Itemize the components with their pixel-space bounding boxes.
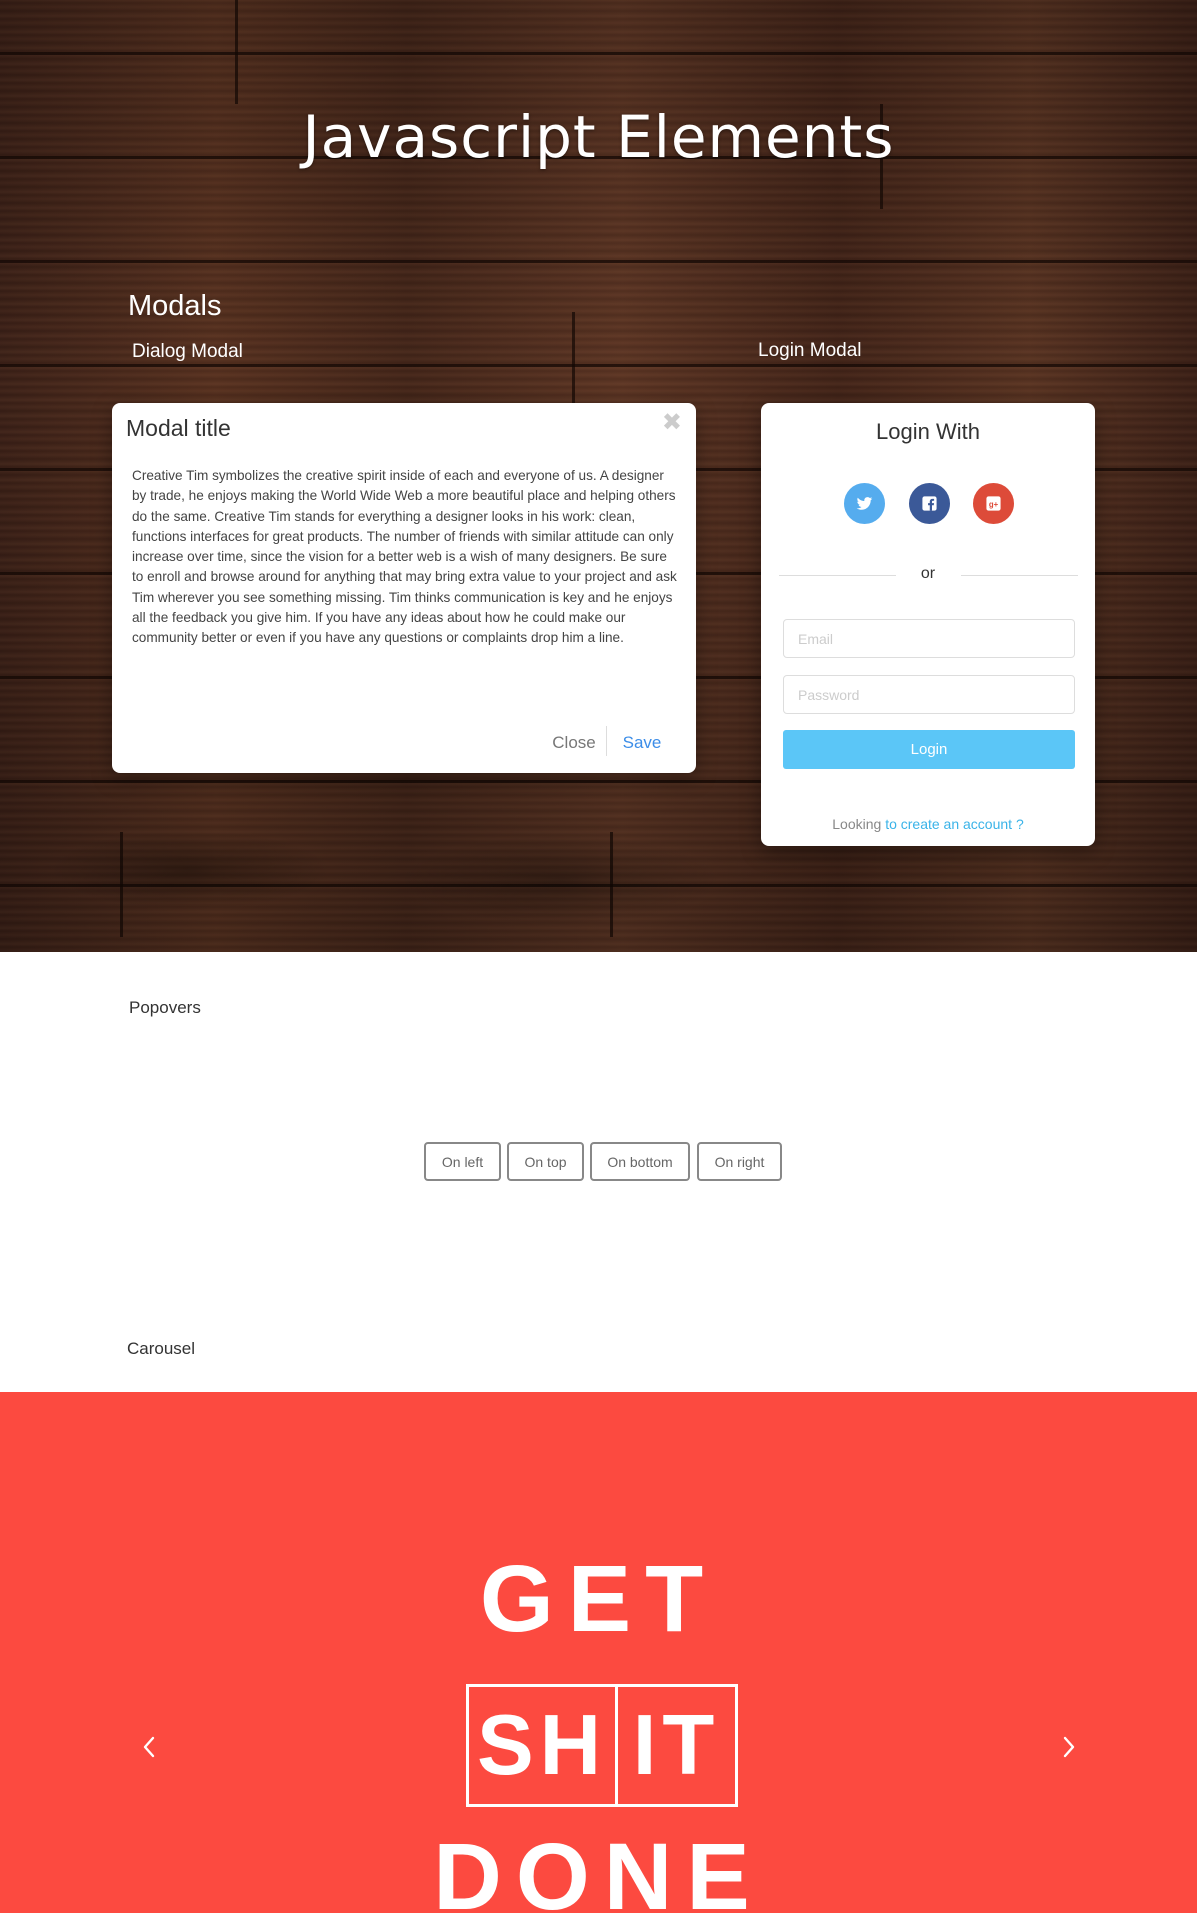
svg-text:g+: g+ bbox=[989, 500, 999, 509]
facebook-button[interactable] bbox=[909, 483, 950, 524]
modals-heading: Modals bbox=[128, 290, 222, 322]
chevron-right-icon bbox=[1063, 1736, 1075, 1758]
modal-close-button[interactable]: Close bbox=[549, 733, 599, 753]
login-modal-label: Login Modal bbox=[758, 340, 862, 361]
dialog-modal: Modal title ✖ Creative Tim symbolizes th… bbox=[112, 403, 696, 773]
google-plus-icon: g+ bbox=[986, 496, 1001, 511]
login-footer-text: Looking bbox=[832, 816, 882, 832]
popover-bottom-button[interactable]: On bottom bbox=[590, 1142, 690, 1181]
carousel-prev-button[interactable] bbox=[142, 1735, 156, 1764]
plank-seam bbox=[120, 832, 123, 937]
login-title: Login With bbox=[876, 419, 980, 444]
popover-left-button[interactable]: On left bbox=[424, 1142, 501, 1181]
page-title: Javascript Elements bbox=[302, 103, 895, 171]
login-modal: Login With g+ or Login Looking to create… bbox=[761, 403, 1095, 846]
or-separator: or bbox=[920, 565, 936, 582]
carousel: GET SH IT DONE bbox=[0, 1392, 1197, 1913]
modal-title: Modal title bbox=[126, 415, 231, 441]
slide-text-sh: SH bbox=[476, 1698, 608, 1793]
slide-text-done: DONE bbox=[433, 1824, 764, 1913]
plank-seam bbox=[572, 312, 575, 417]
footer-divider bbox=[606, 726, 607, 756]
email-field[interactable] bbox=[783, 619, 1075, 658]
twitter-icon bbox=[856, 497, 873, 510]
login-footer: Looking to create an account ? bbox=[761, 816, 1095, 832]
create-account-link[interactable]: to create an account ? bbox=[885, 816, 1024, 832]
close-icon[interactable]: ✖ bbox=[662, 411, 682, 435]
slide-text-box: SH IT bbox=[466, 1684, 738, 1807]
plank-seam bbox=[235, 0, 238, 104]
slide-text-it: IT bbox=[632, 1698, 721, 1793]
modal-save-button[interactable]: Save bbox=[614, 733, 670, 753]
dialog-modal-label: Dialog Modal bbox=[132, 341, 243, 362]
chevron-left-icon bbox=[143, 1736, 155, 1758]
popover-top-button[interactable]: On top bbox=[507, 1142, 584, 1181]
popovers-heading: Popovers bbox=[129, 998, 201, 1017]
login-button[interactable]: Login bbox=[783, 730, 1075, 769]
plank-seam bbox=[610, 832, 613, 937]
facebook-icon bbox=[922, 496, 937, 511]
carousel-next-button[interactable] bbox=[1062, 1735, 1076, 1764]
slide-text-get: GET bbox=[479, 1546, 718, 1652]
divider-line-right bbox=[961, 575, 1078, 576]
popover-right-button[interactable]: On right bbox=[697, 1142, 782, 1181]
google-plus-button[interactable]: g+ bbox=[973, 483, 1014, 524]
carousel-heading: Carousel bbox=[127, 1339, 196, 1358]
password-field[interactable] bbox=[783, 675, 1075, 714]
twitter-button[interactable] bbox=[844, 483, 885, 524]
modal-body-text: Creative Tim symbolizes the creative spi… bbox=[132, 468, 677, 646]
